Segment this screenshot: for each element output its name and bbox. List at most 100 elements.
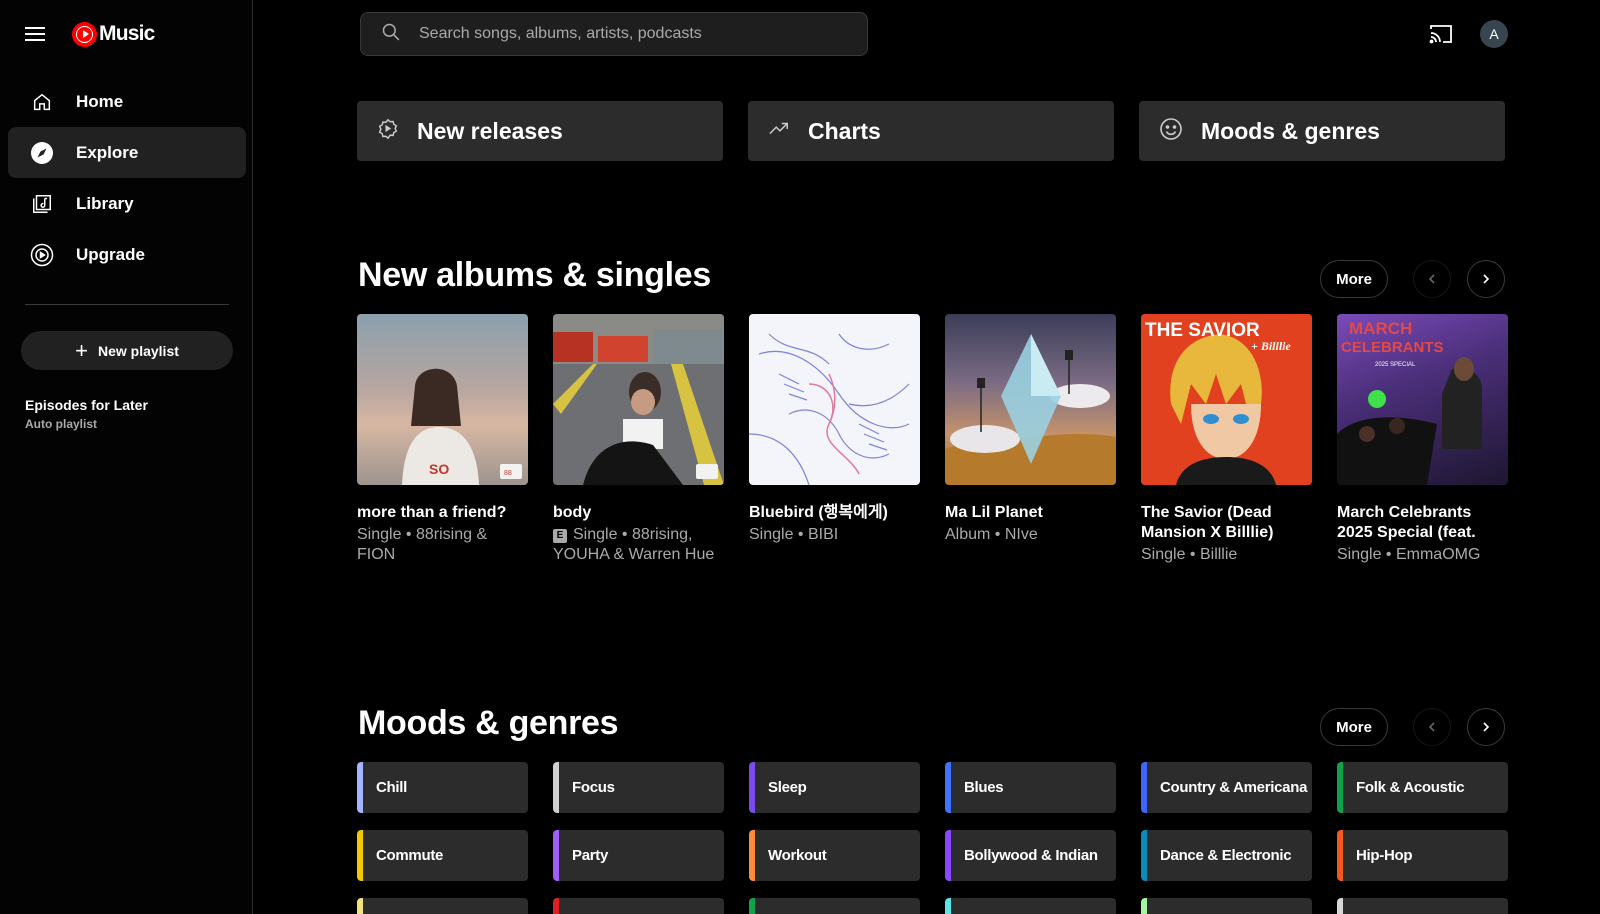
avatar[interactable]: A: [1480, 20, 1508, 48]
sidebar-item-explore[interactable]: Explore: [8, 127, 246, 178]
mood-chip[interactable]: Dance & Electronic: [1141, 830, 1312, 881]
new-playlist-label: New playlist: [97, 342, 179, 359]
sidebar: Music Home Explore Library Upgrade + New…: [0, 0, 253, 914]
mood-chip[interactable]: Folk & Acoustic: [1337, 762, 1508, 813]
moods-prev-button[interactable]: [1413, 708, 1451, 746]
sidebar-item-home[interactable]: Home: [8, 76, 246, 127]
album-title[interactable]: Bluebird (행복에게): [749, 503, 920, 523]
app-logo[interactable]: Music: [72, 21, 155, 47]
album-card[interactable]: MARCH CELEBRANTS 2025 SPECIAL March Cele…: [1337, 314, 1508, 565]
mood-chip[interactable]: Country & Americana: [1141, 762, 1312, 813]
search-input[interactable]: [419, 25, 819, 43]
mood-label: Bollywood & Indian: [964, 846, 1098, 864]
mood-chip[interactable]: Blues: [945, 762, 1116, 813]
moods-next-button[interactable]: [1467, 708, 1505, 746]
menu-icon[interactable]: [25, 26, 47, 42]
sidebar-item-library[interactable]: Library: [8, 178, 246, 229]
mood-chip[interactable]: [749, 898, 920, 914]
new-albums-more-button[interactable]: More: [1320, 260, 1388, 298]
app-root: Music Home Explore Library Upgrade + New…: [0, 0, 1600, 914]
mood-color-bar: [1141, 762, 1147, 813]
mood-chip[interactable]: Chill: [357, 762, 528, 813]
mood-color-bar: [1337, 898, 1343, 914]
moods-more-button[interactable]: More: [1320, 708, 1388, 746]
section-title-new-albums: New albums & singles: [358, 256, 711, 294]
mood-chip[interactable]: [357, 898, 528, 914]
mood-chip[interactable]: [553, 898, 724, 914]
logo-row: Music: [25, 20, 155, 48]
album-card[interactable]: body E Single • 88rising, YOUHA & Warren …: [553, 314, 724, 565]
album-subtitle: Album • NIve: [945, 526, 1038, 543]
sidebar-item-upgrade[interactable]: Upgrade: [8, 229, 246, 280]
mood-label: Dance & Electronic: [1160, 846, 1292, 864]
mood-label: Blues: [964, 778, 1004, 796]
new-albums-prev-button[interactable]: [1413, 260, 1451, 298]
album-subtitle: Single • Billlie: [1141, 546, 1238, 563]
cast-icon[interactable]: [1428, 22, 1454, 46]
album-title[interactable]: Ma Lil Planet: [945, 503, 1116, 523]
explicit-icon: E: [553, 529, 567, 543]
new-playlist-button[interactable]: + New playlist: [21, 331, 233, 370]
explore-button-label: Charts: [808, 117, 881, 144]
mood-color-bar: [1337, 762, 1343, 813]
search-bar[interactable]: [360, 12, 868, 56]
album-title[interactable]: March Celebrants 2025 Special (feat.: [1337, 503, 1508, 543]
mood-chip[interactable]: [1337, 898, 1508, 914]
mood-chip[interactable]: Party: [553, 830, 724, 881]
charts-button[interactable]: Charts: [748, 101, 1114, 161]
playlist-title: Episodes for Later: [25, 397, 148, 413]
album-title[interactable]: more than a friend?: [357, 503, 528, 523]
mood-color-bar: [945, 762, 951, 813]
svg-text:CELEBRANTS: CELEBRANTS: [1341, 339, 1444, 356]
mood-chip[interactable]: [945, 898, 1116, 914]
home-icon: [30, 90, 54, 114]
mood-chip[interactable]: Sleep: [749, 762, 920, 813]
cover-subtitle-text: + Billlie: [1251, 339, 1292, 353]
mood-color-bar: [357, 762, 363, 813]
album-card[interactable]: THE SAVIOR + Billlie The Savior (Dead Ma…: [1141, 314, 1312, 565]
compass-icon: [30, 141, 54, 165]
new-releases-button[interactable]: New releases: [357, 101, 723, 161]
album-title[interactable]: The Savior (Dead Mansion X Billlie): [1141, 503, 1312, 543]
playlist-item[interactable]: Episodes for Later Auto playlist: [25, 397, 148, 431]
mood-label: Commute: [376, 846, 444, 864]
mood-chip[interactable]: [1141, 898, 1312, 914]
album-card[interactable]: Bluebird (행복에게) Single • BIBI: [749, 314, 920, 565]
album-cover[interactable]: [945, 314, 1116, 485]
mood-chip[interactable]: Hip-Hop: [1337, 830, 1508, 881]
mood-color-bar: [357, 898, 363, 914]
library-icon: [30, 192, 54, 216]
album-card[interactable]: SO 88 more than a friend? Single • 88ris…: [357, 314, 528, 565]
album-title[interactable]: body: [553, 503, 724, 523]
explore-button-label: Moods & genres: [1201, 117, 1380, 144]
svg-text:88: 88: [504, 470, 512, 477]
chevron-right-icon: [1483, 722, 1490, 732]
svg-text:SO: SO: [429, 461, 449, 477]
cover-title-text: THE SAVIOR: [1145, 320, 1260, 341]
moods-genres-button[interactable]: Moods & genres: [1139, 101, 1505, 161]
album-cover[interactable]: [749, 314, 920, 485]
playlist-subtitle: Auto playlist: [25, 417, 98, 431]
album-cover[interactable]: THE SAVIOR + Billlie: [1141, 314, 1312, 485]
album-card[interactable]: Ma Lil Planet Album • NIve: [945, 314, 1116, 565]
mood-chip[interactable]: Workout: [749, 830, 920, 881]
sidebar-item-label: Explore: [76, 142, 139, 162]
album-subtitle: Single • EmmaOMG: [1337, 546, 1481, 563]
trending-icon: [768, 118, 790, 145]
sidebar-divider: [25, 304, 229, 305]
album-subtitle: Single • BIBI: [749, 526, 839, 543]
album-subtitle: E Single • 88rising, YOUHA & Warren Hue: [553, 525, 724, 565]
mood-color-bar: [1337, 830, 1343, 881]
album-cover[interactable]: MARCH CELEBRANTS 2025 SPECIAL: [1337, 314, 1508, 485]
mood-chip[interactable]: Commute: [357, 830, 528, 881]
mood-label: Party: [572, 846, 609, 864]
moods-grid: Chill Focus Sleep Blues Country & Americana F…: [357, 762, 1508, 914]
new-albums-next-button[interactable]: [1467, 260, 1505, 298]
album-cover[interactable]: SO 88: [357, 314, 528, 485]
mood-chip[interactable]: Bollywood & Indian: [945, 830, 1116, 881]
explore-button-label: New releases: [417, 117, 563, 144]
new-releases-icon: [377, 118, 399, 145]
album-cover[interactable]: [553, 314, 724, 485]
mood-chip[interactable]: Focus: [553, 762, 724, 813]
albums-carousel: SO 88 more than a friend? Single • 88ris…: [357, 314, 1508, 565]
